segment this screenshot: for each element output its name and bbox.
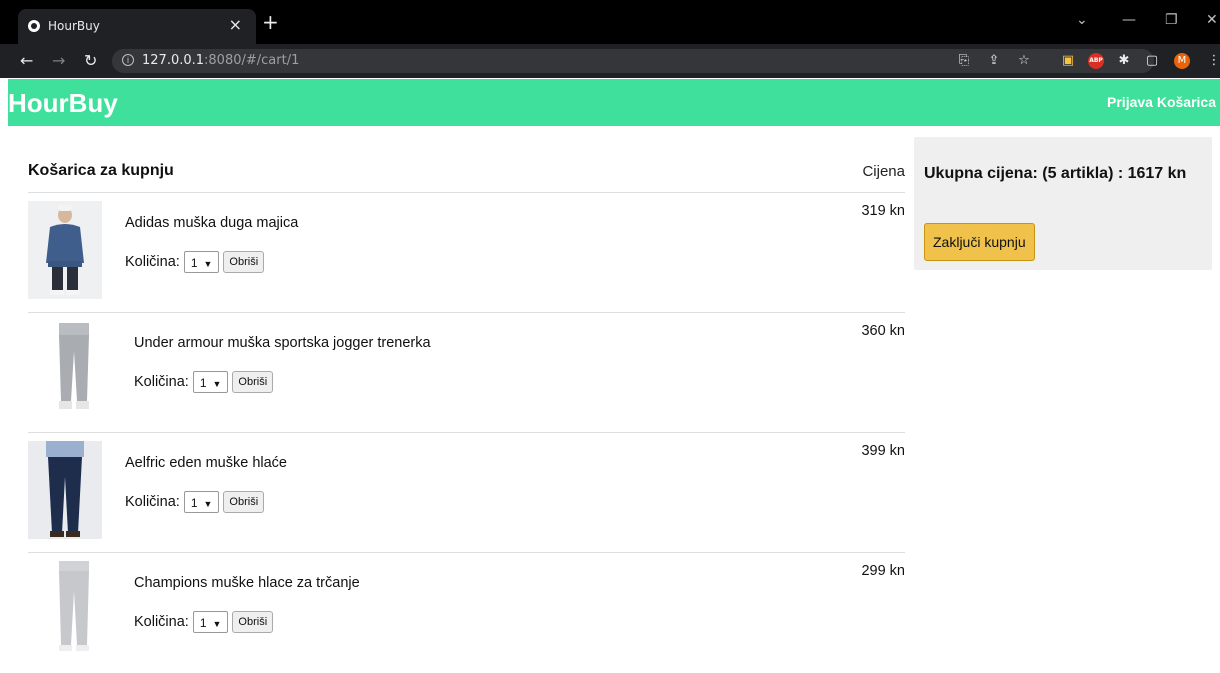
restore-icon[interactable]: ❐ (1165, 12, 1178, 28)
chevron-down-icon: ▼ (203, 499, 213, 509)
side-panel-icon[interactable]: ▢ (1144, 53, 1160, 69)
checkout-button[interactable]: Zaključi kupnju (924, 223, 1035, 261)
info-icon[interactable]: i (122, 54, 134, 66)
browser-toolbar: ← → ↻ i 127.0.0.1:8080/#/cart/1 ⎘ ⇪ ☆ ▣ … (0, 44, 1220, 78)
product-name[interactable]: Aelfric eden muške hlaće (125, 455, 287, 471)
quantity-label: Količina: (134, 374, 189, 390)
cart-item: Under armour muška sportska jogger trene… (28, 312, 905, 433)
brand-logo[interactable]: HourBuy (8, 88, 118, 119)
cart-item: Champions muške hlace za trčanje Količin… (28, 552, 905, 673)
product-name[interactable]: Under armour muška sportska jogger trene… (134, 335, 431, 351)
product-image[interactable] (28, 201, 102, 299)
total-price: Ukupna cijena: (5 artikla) : 1617 kn (924, 165, 1187, 182)
chevron-down-icon: ▼ (212, 379, 222, 389)
delete-button[interactable]: Obriši (232, 371, 274, 393)
product-name[interactable]: Adidas muška duga majica (125, 215, 298, 231)
delete-button[interactable]: Obriši (223, 251, 265, 273)
product-price: 360 kn (861, 323, 905, 339)
quantity-label: Količina: (125, 254, 180, 270)
quantity-label: Količina: (125, 494, 180, 510)
extensions-puzzle-icon[interactable]: ✱ (1116, 53, 1132, 69)
adblock-icon[interactable]: ABP (1088, 53, 1104, 69)
minimize-icon[interactable]: — (1122, 12, 1136, 28)
reload-icon[interactable]: ↻ (84, 51, 97, 70)
header-nav: Prijava Košarica (1107, 94, 1216, 110)
delete-button[interactable]: Obriši (223, 491, 265, 513)
product-name[interactable]: Champions muške hlace za trčanje (134, 575, 360, 591)
tab-search-icon[interactable]: ⌄ (1076, 12, 1088, 28)
profile-avatar[interactable]: M (1174, 53, 1190, 69)
product-image[interactable] (37, 561, 111, 659)
quantity-select[interactable]: 1 ▼ (192, 611, 229, 633)
product-image[interactable] (28, 441, 102, 539)
app-header: HourBuy Prijava Košarica (8, 79, 1220, 126)
quantity-label: Količina: (134, 614, 189, 630)
quantity-select[interactable]: 1 ▼ (183, 491, 220, 513)
quantity-control: Količina: 1 ▼ Obriši (134, 611, 274, 633)
tab-title: HourBuy (48, 19, 100, 33)
back-icon[interactable]: ← (20, 51, 33, 70)
quantity-select[interactable]: 1 ▼ (183, 251, 220, 273)
product-price: 299 kn (861, 563, 905, 579)
browser-tab[interactable]: HourBuy × (18, 9, 256, 44)
order-summary: Ukupna cijena: (5 artikla) : 1617 kn Zak… (914, 137, 1212, 270)
chevron-down-icon: ▼ (203, 259, 213, 269)
nav-login-link[interactable]: Prijava (1107, 94, 1153, 110)
product-price: 319 kn (861, 203, 905, 219)
chevron-down-icon: ▼ (212, 619, 222, 629)
forward-icon[interactable]: → (52, 51, 65, 70)
page-title: Košarica za kupnju (28, 162, 174, 179)
share-icon[interactable]: ⇪ (986, 53, 1002, 69)
quantity-control: Količina: 1 ▼ Obriši (125, 251, 265, 273)
cart-item: Aelfric eden muške hlaće Količina: 1 ▼ Ob… (28, 432, 905, 553)
price-column-header: Cijena (862, 163, 905, 180)
nav-cart-link[interactable]: Košarica (1157, 94, 1216, 110)
menu-kebab-icon[interactable]: ⋮ (1206, 53, 1220, 69)
delete-button[interactable]: Obriši (232, 611, 274, 633)
globe-icon (28, 20, 40, 32)
product-image[interactable] (37, 321, 111, 419)
cart-item: Adidas muška duga majica Količina: 1 ▼ Ob… (28, 192, 905, 313)
quantity-control: Količina: 1 ▼ Obriši (134, 371, 274, 393)
translate-icon[interactable]: ⎘ (956, 53, 972, 69)
screenshot-extension-icon[interactable]: ▣ (1060, 53, 1076, 69)
close-tab-icon[interactable]: × (229, 15, 242, 34)
url-text: 127.0.0.1:8080/#/cart/1 (142, 53, 300, 68)
new-tab-icon[interactable]: + (262, 10, 279, 34)
close-window-icon[interactable]: ✕ (1206, 12, 1218, 28)
browser-tab-bar: HourBuy × + ⌄ — ❐ ✕ (0, 0, 1220, 44)
product-price: 399 kn (861, 443, 905, 459)
bookmark-star-icon[interactable]: ☆ (1016, 53, 1032, 69)
quantity-control: Količina: 1 ▼ Obriši (125, 491, 265, 513)
quantity-select[interactable]: 1 ▼ (192, 371, 229, 393)
